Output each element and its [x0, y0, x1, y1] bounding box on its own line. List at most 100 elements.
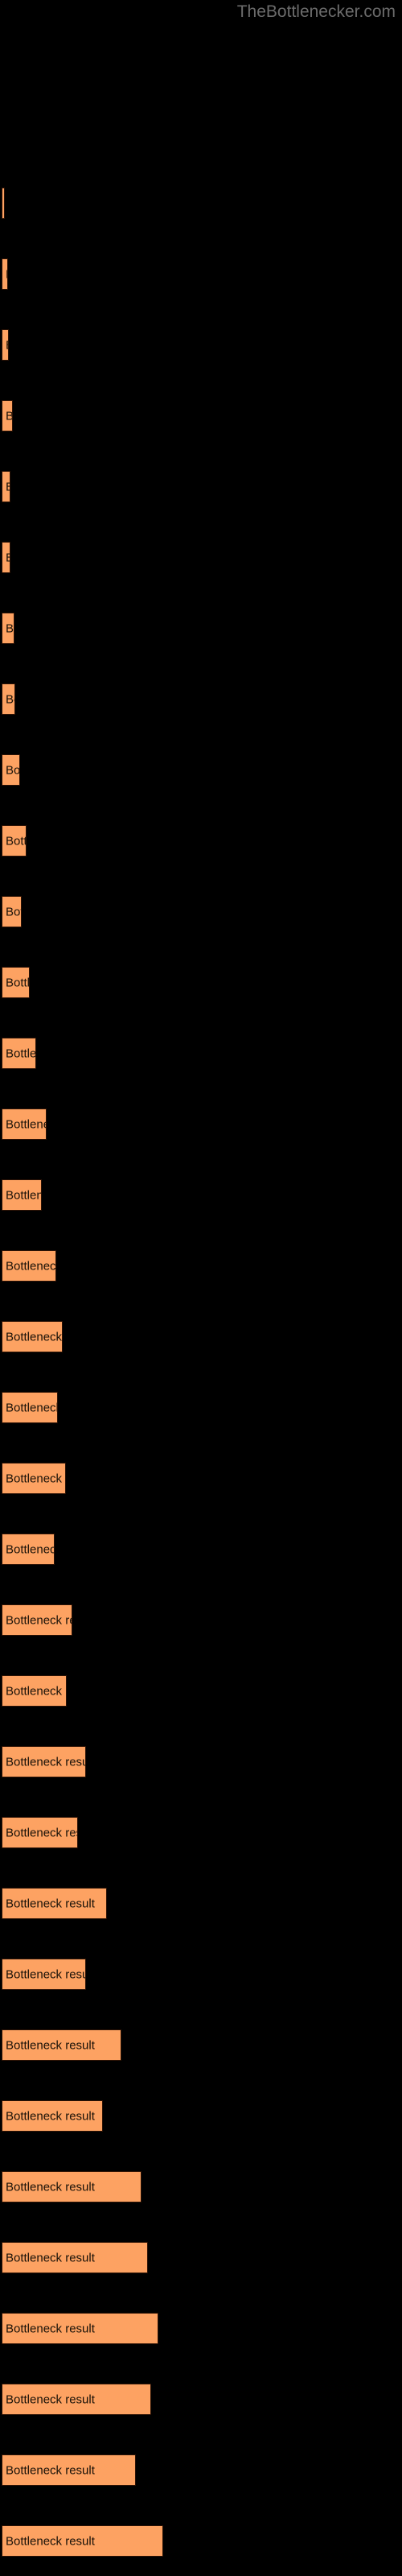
bar-row: Bottleneck result: [0, 2029, 402, 2061]
bar-label: Bottleneck result: [6, 1401, 58, 1414]
bar-label: Bottleneck result: [6, 2392, 95, 2406]
bar-row: Bottleneck result: [0, 1038, 402, 1069]
bar-label: Bottleneck result: [6, 1684, 66, 1698]
bar[interactable]: Bottleneck result: [2, 1108, 47, 1140]
bar[interactable]: Bottleneck result: [2, 2454, 136, 2486]
bar[interactable]: Bottleneck result: [2, 2384, 151, 2415]
bar-label: Bottleneck result: [6, 1967, 86, 1981]
bar-row: Bottleneck result: [0, 825, 402, 857]
bar[interactable]: Bottleneck result: [2, 896, 22, 927]
bar-row: Bottleneck result: [0, 188, 402, 219]
bar-row: Bottleneck result: [0, 258, 402, 290]
bar-label: Bottleneck result: [6, 2463, 95, 2477]
bar[interactable]: Bottleneck result: [2, 471, 10, 502]
bar[interactable]: Bottleneck result: [2, 967, 30, 998]
bar-row: Bottleneck result: [0, 2525, 402, 2557]
bar[interactable]: Bottleneck result: [2, 2100, 103, 2132]
bar-label: Bottleneck result: [6, 1330, 63, 1344]
bar[interactable]: Bottleneck result: [2, 1392, 58, 1423]
bar-label: Bottleneck result: [6, 2251, 95, 2264]
bar-row: Bottleneck result: [0, 2454, 402, 2486]
bar-chart-plot-area: Bottleneck result Bottleneck result Bottle…: [0, 0, 402, 2576]
bar-row: Bottleneck result: [0, 1534, 402, 1565]
bar-label: Bottleneck result: [6, 1826, 77, 1839]
bar[interactable]: Bottleneck result: [2, 400, 13, 431]
chart-page: TheBottlenecker.com Bottleneck resultBot…: [0, 0, 402, 2576]
bar[interactable]: Bottleneck result: [2, 1534, 55, 1565]
bar[interactable]: Bottleneck result: [2, 613, 14, 644]
bar[interactable]: Bottleneck result: [2, 1746, 86, 1777]
bar-row: Bottleneck result: [0, 1250, 402, 1282]
bar-label: Bottleneck result: [6, 1117, 46, 1131]
bar-label: Bottleneck result: [6, 692, 14, 706]
bar-label: Bottleneck result: [6, 2109, 95, 2123]
bar-label: Bottleneck result: [6, 2534, 95, 2548]
bar-row: Bottleneck result: [0, 1675, 402, 1707]
bar[interactable]: Bottleneck result: [2, 825, 27, 857]
bar[interactable]: Bottleneck result: [2, 1038, 36, 1069]
bar-row: Bottleneck result: [0, 1817, 402, 1848]
bar-label: Bottleneck result: [6, 551, 10, 564]
bar[interactable]: Bottleneck result: [2, 329, 9, 361]
bar-row: Bottleneck result: [0, 1463, 402, 1494]
bar-label: Bottleneck result: [6, 2038, 95, 2052]
bar-row: Bottleneck result: [0, 1746, 402, 1777]
bar-label: Bottleneck result: [6, 1188, 41, 1202]
bar-row: Bottleneck result: [0, 2100, 402, 2132]
bar[interactable]: Bottleneck result: [2, 1321, 63, 1352]
bar[interactable]: Bottleneck result: [2, 1959, 86, 1990]
bar-row: Bottleneck result: [0, 967, 402, 998]
bar[interactable]: Bottleneck result: [2, 1250, 56, 1282]
bar[interactable]: Bottleneck result: [2, 188, 5, 219]
bar-label: Bottleneck result: [6, 2322, 95, 2335]
bar-row: Bottleneck result: [0, 2313, 402, 2344]
bar-row: Bottleneck result: [0, 2171, 402, 2202]
bar-label: Bottleneck result: [6, 409, 12, 423]
bar[interactable]: Bottleneck result: [2, 542, 10, 573]
bar[interactable]: Bottleneck result: [2, 1675, 67, 1707]
bar-row: Bottleneck result: [0, 613, 402, 644]
bar[interactable]: Bottleneck result: [2, 2029, 121, 2061]
bar[interactable]: Bottleneck result: [2, 754, 20, 786]
bar-row: Bottleneck result: [0, 400, 402, 431]
bar-label: Bottleneck result: [6, 1472, 65, 1485]
bar-row: Bottleneck result: [0, 754, 402, 786]
bar-label: Bottleneck result: [6, 1613, 72, 1627]
bar-label: Bottleneck result: [6, 1897, 95, 1910]
bar-label: Bottleneck result: [6, 2180, 95, 2194]
bar-label: Bottleneck result: [6, 1542, 54, 1556]
bar-label: Bottleneck result: [6, 834, 26, 848]
bar-row: Bottleneck result: [0, 1179, 402, 1211]
bar-label: Bottleneck result: [6, 621, 14, 635]
bar-label: Bottleneck result: [6, 480, 10, 493]
bar[interactable]: Bottleneck result: [2, 2171, 142, 2202]
bar-label: Bottleneck result: [6, 1755, 86, 1769]
bar-label: Bottleneck result: [6, 905, 21, 919]
bar[interactable]: Bottleneck result: [2, 1179, 42, 1211]
bar-label: Bottleneck result: [6, 1259, 56, 1273]
bar-label: Bottleneck result: [6, 338, 8, 352]
bar[interactable]: Bottleneck result: [2, 2242, 148, 2273]
bar-row: Bottleneck result: [0, 1392, 402, 1423]
bar[interactable]: Bottleneck result: [2, 1817, 78, 1848]
bar-row: Bottleneck result: [0, 896, 402, 927]
bar-row: Bottleneck result: [0, 1108, 402, 1140]
bar[interactable]: Bottleneck result: [2, 1604, 72, 1636]
bar-row: Bottleneck result: [0, 2242, 402, 2273]
bar-label: Bottleneck result: [6, 1046, 36, 1060]
bar-row: Bottleneck result: [0, 1959, 402, 1990]
bar[interactable]: Bottleneck result: [2, 2525, 163, 2557]
bar[interactable]: Bottleneck result: [2, 258, 8, 290]
bar[interactable]: Bottleneck result: [2, 1888, 107, 1919]
bar-label: Bottleneck result: [6, 763, 20, 777]
bar[interactable]: Bottleneck result: [2, 683, 15, 715]
bar-row: Bottleneck result: [0, 683, 402, 715]
bar-row: Bottleneck result: [0, 542, 402, 573]
bar-row: Bottleneck result: [0, 2384, 402, 2415]
bar[interactable]: Bottleneck result: [2, 1463, 66, 1494]
bar[interactable]: Bottleneck result: [2, 2313, 158, 2344]
bar-row: Bottleneck result: [0, 471, 402, 502]
bar-row: Bottleneck result: [0, 1604, 402, 1636]
bar-row: Bottleneck result: [0, 329, 402, 361]
bar-row: Bottleneck result: [0, 1321, 402, 1352]
